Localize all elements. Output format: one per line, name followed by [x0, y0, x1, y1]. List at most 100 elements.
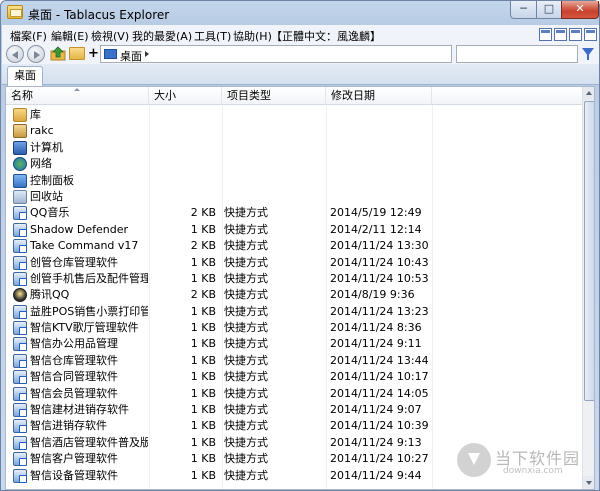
- file-size: 1 KB: [190, 419, 216, 433]
- menu-favorites[interactable]: 我的最愛(A): [132, 28, 192, 44]
- file-row[interactable]: 智信合同管理软件 1 KB 快捷方式 2014/11/24 10:17: [6, 369, 582, 385]
- file-size: [150, 140, 216, 156]
- file-row[interactable]: 智信会员管理软件 1 KB 快捷方式 2014/11/24 14:05: [6, 386, 582, 402]
- file-size: 1 KB: [190, 255, 216, 269]
- file-type: [224, 156, 324, 172]
- layout-split-horizontal-icon[interactable]: [554, 28, 567, 41]
- file-row[interactable]: QQ音乐 2 KB 快捷方式 2014/5/19 12:49: [6, 205, 582, 221]
- file-date: 2014/11/24 14:05: [330, 386, 429, 400]
- file-type: [224, 189, 324, 205]
- file-row[interactable]: 库: [6, 107, 582, 123]
- shortcut-icon: [13, 468, 27, 483]
- shortcut-icon: [13, 321, 27, 336]
- file-row[interactable]: 腾讯QQ 2 KB 快捷方式 2014/8/19 9:36: [6, 287, 582, 303]
- filter-icon[interactable]: [582, 48, 594, 60]
- file-name: 回收站: [30, 189, 63, 203]
- file-row[interactable]: 网络: [6, 156, 582, 172]
- file-size: [150, 173, 216, 189]
- filter-input[interactable]: [456, 45, 578, 63]
- file-size: 1 KB: [190, 222, 216, 236]
- address-bar[interactable]: 桌面: [100, 45, 452, 63]
- scrollbar-thumb[interactable]: [584, 101, 594, 401]
- up-folder-icon[interactable]: [50, 46, 66, 61]
- shortcut-icon: [13, 370, 27, 385]
- shortcut-icon: [13, 304, 27, 319]
- file-type: 快捷方式: [224, 337, 268, 351]
- file-date: 2014/5/19 12:49: [330, 206, 422, 220]
- column-type[interactable]: 项目类型: [222, 87, 326, 105]
- file-size: 1 KB: [190, 403, 216, 417]
- file-row[interactable]: 回收站: [6, 189, 582, 205]
- file-row[interactable]: Take Command v17 2 KB 快捷方式 2014/11/24 13:30: [6, 238, 582, 254]
- file-row[interactable]: 控制面板: [6, 173, 582, 189]
- close-button[interactable]: ✕: [561, 1, 599, 19]
- file-type: 快捷方式: [224, 403, 268, 417]
- file-name: rakc: [30, 124, 54, 138]
- maximize-button[interactable]: □: [536, 1, 562, 19]
- layout-split-vertical-icon[interactable]: [569, 28, 582, 41]
- menu-view[interactable]: 檢視(V): [91, 28, 129, 44]
- shortcut-icon: [13, 419, 27, 434]
- menu-tools[interactable]: 工具(T): [194, 28, 231, 44]
- file-size: 1 KB: [190, 452, 216, 466]
- back-arrow-icon[interactable]: [6, 45, 24, 63]
- file-row[interactable]: 智信进销存软件 1 KB 快捷方式 2014/11/24 10:39: [6, 418, 582, 434]
- forward-arrow-icon[interactable]: [27, 45, 45, 63]
- file-name: 智信合同管理软件: [30, 370, 118, 384]
- column-name[interactable]: 名称: [6, 87, 149, 105]
- column-size[interactable]: 大小: [149, 87, 222, 105]
- column-date[interactable]: 修改日期: [326, 87, 432, 105]
- file-row[interactable]: 智信仓库管理软件 1 KB 快捷方式 2014/11/24 13:44: [6, 353, 582, 369]
- tab-desktop[interactable]: 桌面: [7, 66, 43, 86]
- file-row[interactable]: Shadow Defender 1 KB 快捷方式 2014/2/11 12:14: [6, 222, 582, 238]
- explorer-window: 桌面 - Tablacus Explorer ─ □ ✕ 檔案(F) 編輯(E)…: [0, 0, 600, 491]
- layout-single-pane-icon[interactable]: [539, 28, 552, 41]
- file-size: [150, 189, 216, 205]
- file-name: 控制面板: [30, 173, 74, 187]
- file-date: [330, 173, 440, 189]
- desktop-icon: [104, 49, 117, 59]
- file-date: [330, 107, 440, 123]
- column-name-label: 名称: [11, 89, 33, 102]
- shortcut-icon: [13, 239, 27, 254]
- new-tab-icon[interactable]: +: [88, 46, 99, 61]
- title-bar[interactable]: 桌面 - Tablacus Explorer ─ □ ✕: [1, 1, 599, 25]
- file-date: 2014/11/24 10:43: [330, 255, 429, 269]
- folder-tree-icon[interactable]: [69, 47, 85, 60]
- watermark: 当下软件园 downxia.com: [457, 439, 595, 485]
- file-row[interactable]: 智信办公用品管理 1 KB 快捷方式 2014/11/24 9:11: [6, 336, 582, 352]
- file-row[interactable]: 益胜POS销售小票打印管理 1 KB 快捷方式 2014/11/24 13:23: [6, 304, 582, 320]
- file-type: 快捷方式: [224, 419, 268, 433]
- file-type: 快捷方式: [224, 435, 268, 449]
- file-name: 智信办公用品管理: [30, 337, 118, 351]
- scroll-up-icon[interactable]: [583, 87, 594, 100]
- layout-quad-pane-icon[interactable]: [584, 28, 597, 41]
- menu-edit[interactable]: 編輯(E): [51, 28, 89, 44]
- file-size: 1 KB: [190, 337, 216, 351]
- file-type: 快捷方式: [224, 321, 268, 335]
- file-row[interactable]: 创管手机售后及配件管理... 1 KB 快捷方式 2014/11/24 10:53: [6, 271, 582, 287]
- file-type: 快捷方式: [224, 271, 268, 285]
- file-row[interactable]: 计算机: [6, 140, 582, 156]
- menu-file[interactable]: 檔案(F): [10, 28, 47, 44]
- file-row[interactable]: 智信建材进销存软件 1 KB 快捷方式 2014/11/24 9:07: [6, 402, 582, 418]
- file-size: 2 KB: [190, 288, 216, 302]
- file-name: Take Command v17: [30, 239, 139, 253]
- file-name: QQ音乐: [30, 206, 70, 220]
- file-row[interactable]: 智信KTV歌厅管理软件 1 KB 快捷方式 2014/11/24 8:36: [6, 320, 582, 336]
- file-name: 智信KTV歌厅管理软件: [30, 321, 139, 335]
- menu-help[interactable]: 協助(H): [233, 28, 272, 44]
- breadcrumb-arrow-icon[interactable]: [145, 51, 149, 57]
- address-text[interactable]: 桌面: [120, 48, 142, 64]
- file-type: 快捷方式: [224, 452, 268, 466]
- vertical-scrollbar[interactable]: [582, 87, 594, 489]
- file-row[interactable]: 创管仓库管理软件 1 KB 快捷方式 2014/11/24 10:43: [6, 255, 582, 271]
- column-header: 名称 大小 项目类型 修改日期: [6, 87, 582, 105]
- file-size: [150, 107, 216, 123]
- menu-bar: 檔案(F) 編輯(E) 檢視(V) 我的最愛(A) 工具(T) 協助(H) 【正…: [2, 25, 599, 44]
- menu-language[interactable]: 【正體中文：風逸麟】: [271, 28, 381, 44]
- minimize-button[interactable]: ─: [510, 1, 537, 19]
- file-size: 1 KB: [190, 386, 216, 400]
- download-logo-icon: [457, 443, 491, 477]
- file-row[interactable]: rakc: [6, 123, 582, 139]
